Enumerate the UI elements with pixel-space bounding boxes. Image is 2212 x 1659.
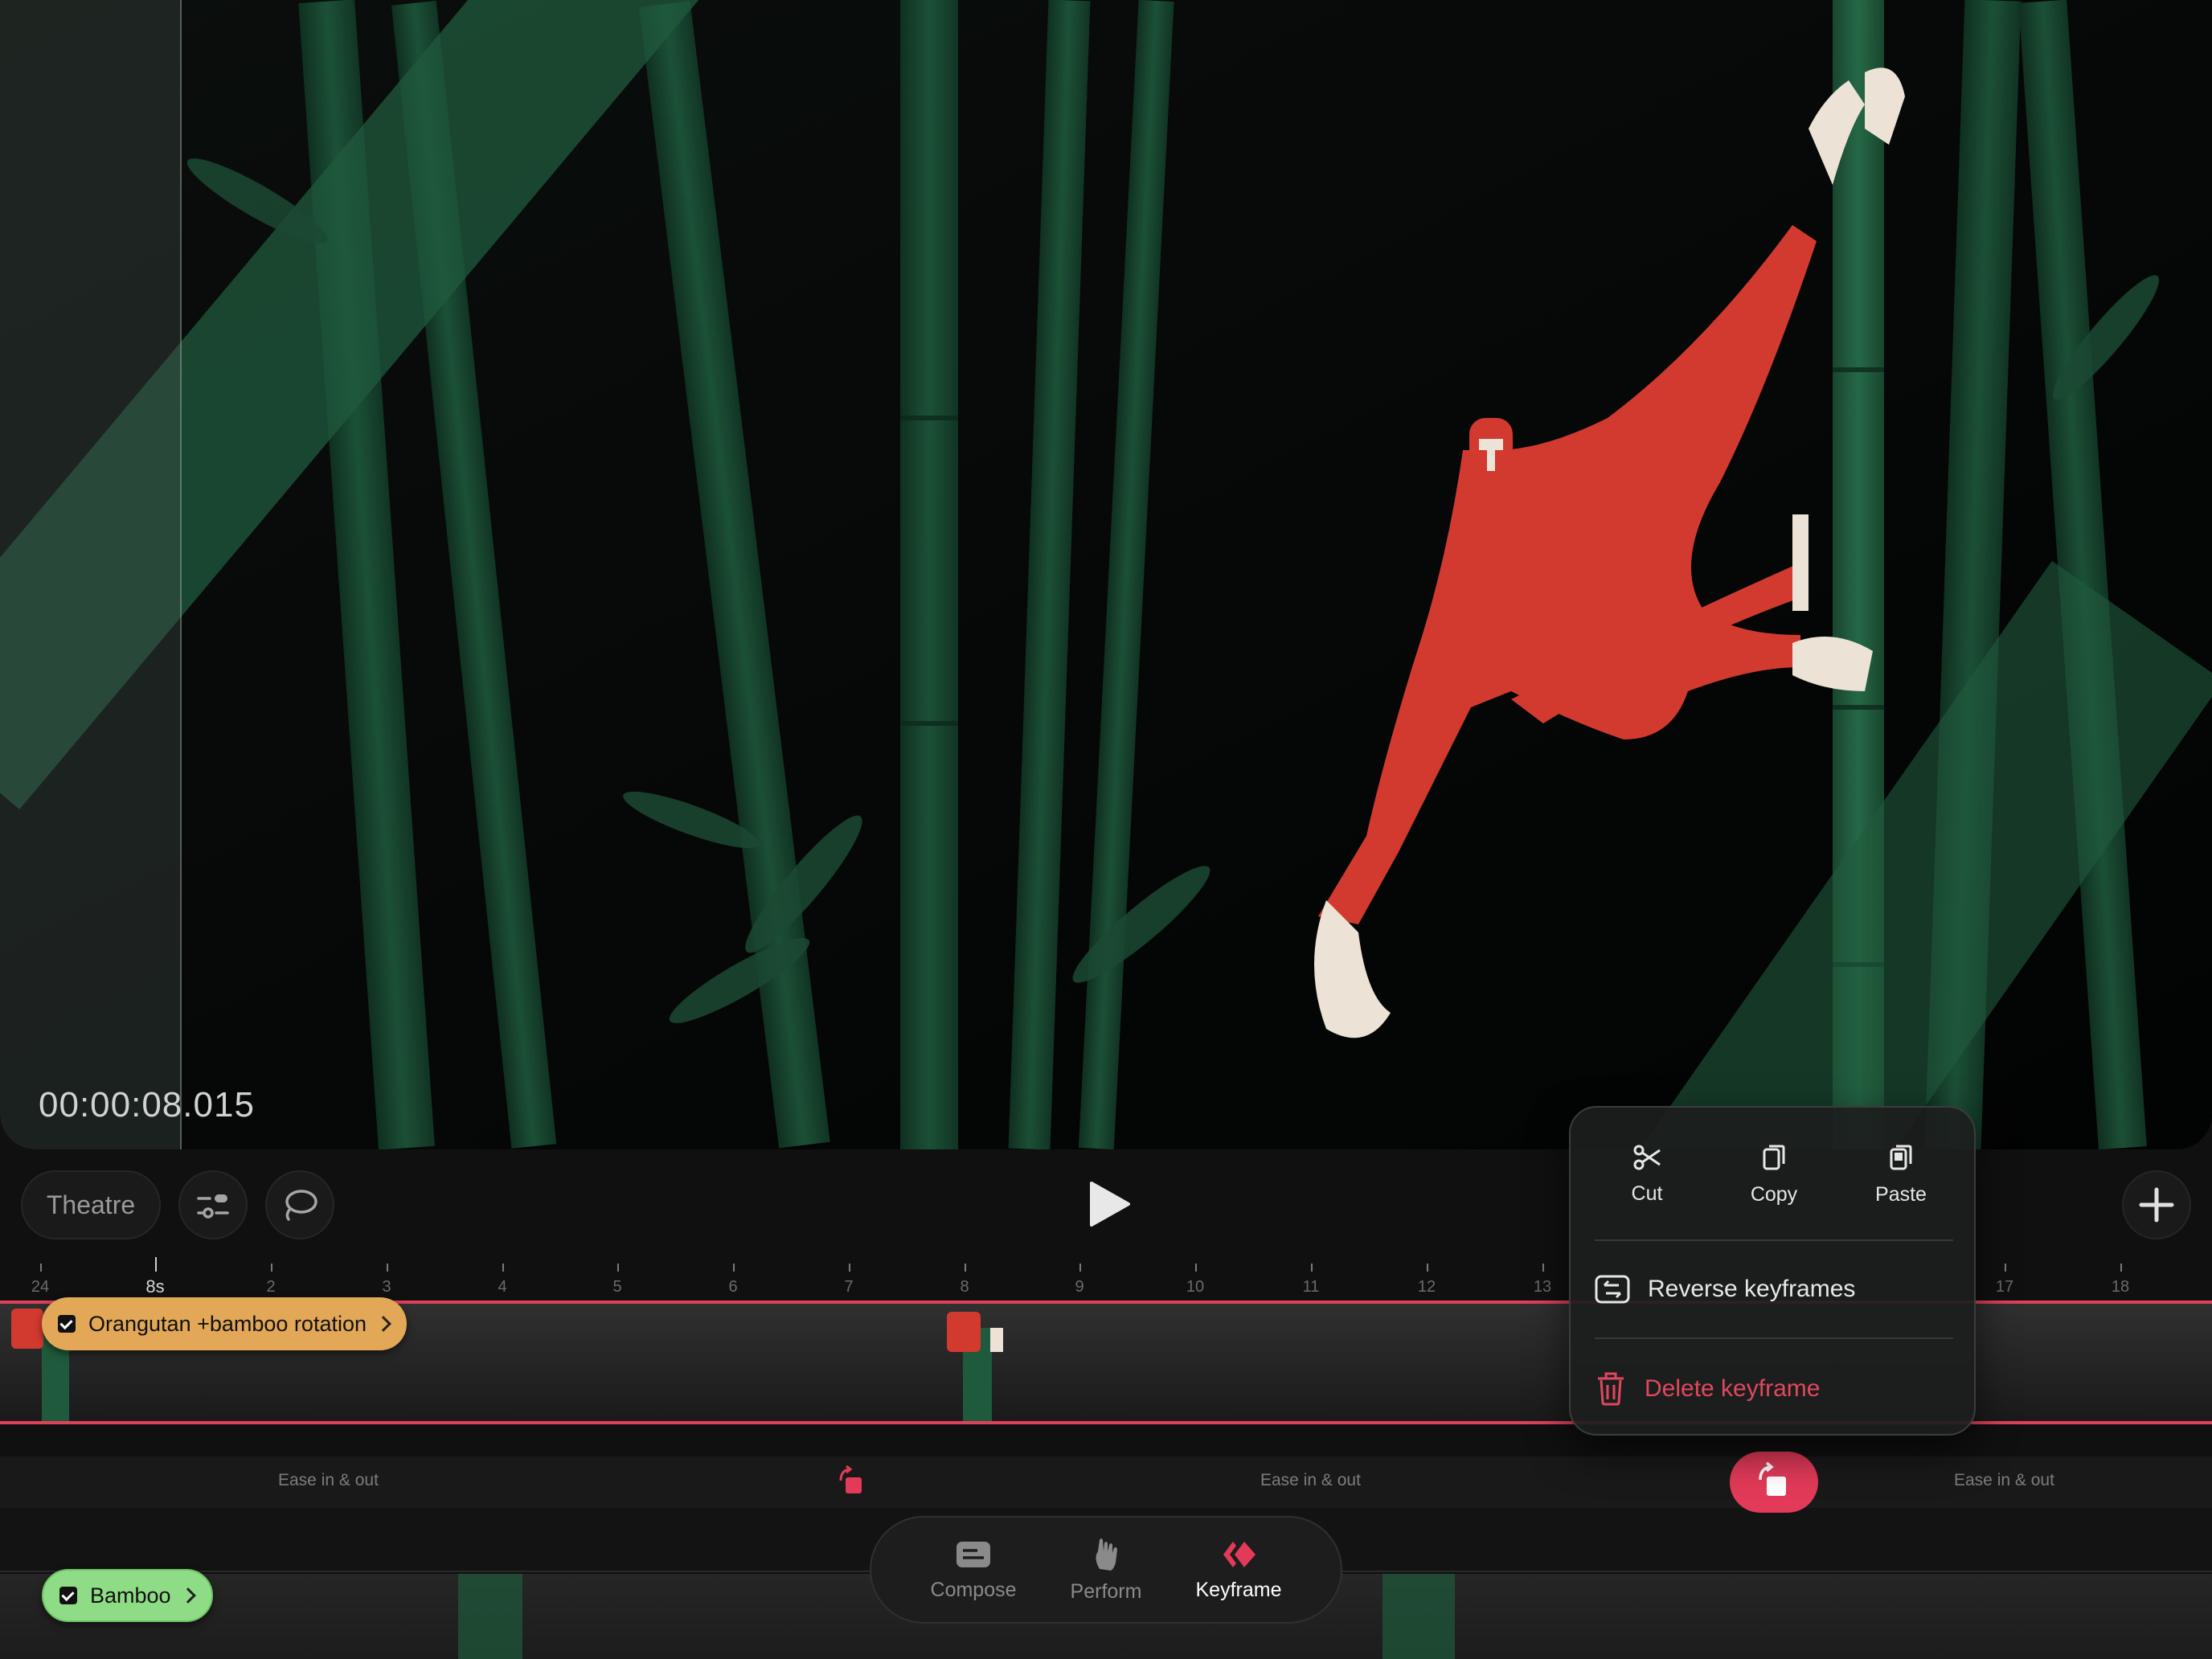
timecode-display: 00:00:08.015 bbox=[39, 1085, 255, 1124]
ruler-tick-label: 8 bbox=[960, 1278, 969, 1296]
track-visible-checkbox[interactable] bbox=[58, 1315, 76, 1333]
ruler-tick-label: 6 bbox=[728, 1278, 738, 1296]
ruler-tick-label: 13 bbox=[1533, 1278, 1552, 1296]
keyframe-context-menu: Cut Copy Paste Reverse keyframes Delete … bbox=[1569, 1106, 1976, 1436]
ruler-tick-label: 2 bbox=[266, 1278, 276, 1296]
mode-switcher: Compose Perform Keyframe bbox=[870, 1516, 1342, 1624]
hand-icon bbox=[1096, 1538, 1117, 1571]
cut-label: Cut bbox=[1631, 1182, 1663, 1205]
copy-label: Copy bbox=[1750, 1182, 1798, 1206]
ruler-tick-label: 17 bbox=[1995, 1278, 2014, 1296]
easing-label[interactable]: Ease in & out bbox=[1260, 1471, 1361, 1490]
scene-artwork bbox=[0, 0, 2212, 1149]
trash-icon bbox=[1598, 1372, 1624, 1406]
theatre-mode-button[interactable]: Theatre bbox=[21, 1170, 161, 1239]
easing-label[interactable]: Ease in & out bbox=[278, 1471, 379, 1490]
ruler-tick-label: 7 bbox=[844, 1278, 854, 1296]
playhead-time-label: 8s bbox=[145, 1276, 165, 1296]
selected-keyframe-button[interactable] bbox=[1730, 1452, 1818, 1513]
offscreen-region-shade bbox=[0, 0, 182, 1149]
ruler-tick-label: 9 bbox=[1075, 1278, 1084, 1296]
keyframe-icon bbox=[1223, 1541, 1256, 1567]
scissors-icon bbox=[1633, 1145, 1661, 1169]
paste-button[interactable]: Paste bbox=[1845, 1143, 1957, 1206]
ruler-tick-label: 10 bbox=[1186, 1278, 1205, 1296]
mode-keyframe[interactable]: Keyframe bbox=[1195, 1538, 1281, 1602]
compose-icon bbox=[956, 1541, 991, 1567]
ruler-tick-label: 4 bbox=[498, 1278, 507, 1296]
plus-icon bbox=[2139, 1187, 2174, 1223]
mode-compose[interactable]: Compose bbox=[931, 1538, 1017, 1602]
filter-button[interactable] bbox=[178, 1170, 248, 1239]
keyframe-marker[interactable] bbox=[836, 1464, 865, 1497]
easing-label[interactable]: Ease in & out bbox=[1954, 1471, 2054, 1490]
mode-perform[interactable]: Perform bbox=[1070, 1537, 1142, 1604]
sliders-icon bbox=[197, 1194, 229, 1219]
reverse-icon bbox=[1595, 1275, 1630, 1304]
ruler-tick-label: 11 bbox=[1302, 1278, 1320, 1296]
chevron-right-icon bbox=[375, 1316, 391, 1332]
play-button[interactable] bbox=[1085, 1180, 1133, 1228]
cut-button[interactable]: Cut bbox=[1591, 1144, 1703, 1206]
ruler-tick-label: 5 bbox=[612, 1278, 622, 1296]
delete-keyframe-label: Delete keyframe bbox=[1645, 1375, 1821, 1402]
ruler-tick-label: 12 bbox=[1417, 1278, 1436, 1296]
ruler-tick-label: 3 bbox=[382, 1278, 391, 1296]
ruler-tick-label: 18 bbox=[2111, 1278, 2130, 1296]
paste-icon bbox=[1890, 1145, 1912, 1169]
lasso-button[interactable] bbox=[265, 1170, 334, 1239]
paste-label: Paste bbox=[1875, 1182, 1927, 1206]
reverse-keyframes-item[interactable]: Reverse keyframes bbox=[1595, 1257, 1953, 1321]
mode-label: Perform bbox=[1070, 1579, 1142, 1603]
mode-label: Compose bbox=[930, 1578, 1017, 1601]
track-name: Orangutan +bamboo rotation bbox=[88, 1311, 367, 1336]
menu-divider bbox=[1595, 1239, 1953, 1241]
copy-icon bbox=[1763, 1145, 1785, 1169]
mode-label: Keyframe bbox=[1195, 1578, 1282, 1601]
app-root: 00:00:08.015 Theatre 24 8s 2 3 4 5 6 7 8… bbox=[0, 0, 2212, 1659]
delete-keyframe-item[interactable]: Delete keyframe bbox=[1595, 1357, 1953, 1421]
menu-divider bbox=[1595, 1337, 1953, 1339]
track-visible-checkbox[interactable] bbox=[59, 1587, 77, 1604]
ruler-tick-label: 24 bbox=[31, 1278, 50, 1296]
lasso-icon bbox=[285, 1190, 317, 1221]
rotation-keyframe-icon bbox=[1759, 1461, 1786, 1496]
copy-button[interactable]: Copy bbox=[1718, 1143, 1830, 1206]
play-icon bbox=[1090, 1182, 1130, 1227]
chevron-right-icon bbox=[179, 1587, 196, 1604]
track-name: Bamboo bbox=[90, 1583, 171, 1608]
animation-canvas[interactable]: 00:00:08.015 bbox=[0, 0, 2212, 1149]
bamboo-track-label[interactable]: Bamboo bbox=[42, 1569, 213, 1622]
orangutan-track-label[interactable]: Orangutan +bamboo rotation bbox=[42, 1297, 407, 1350]
reverse-keyframes-label: Reverse keyframes bbox=[1648, 1276, 1856, 1302]
add-button[interactable] bbox=[2122, 1170, 2191, 1239]
rotation-keyframe-icon bbox=[839, 1464, 862, 1493]
